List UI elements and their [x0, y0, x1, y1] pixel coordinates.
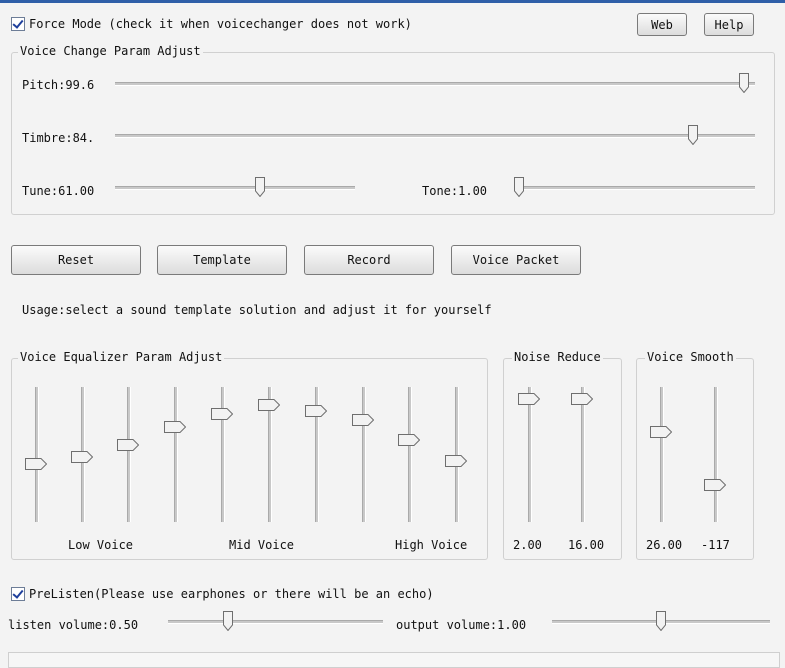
- eq-band-slider-6-thumb[interactable]: [258, 399, 281, 412]
- voice-smooth-title: Voice Smooth: [645, 350, 736, 364]
- listen-volume-slider-thumb[interactable]: [223, 611, 234, 632]
- eq-band-slider-9[interactable]: [408, 387, 412, 522]
- eq-band-slider-2-thumb[interactable]: [71, 450, 94, 463]
- tone-slider[interactable]: [514, 186, 755, 190]
- voice-smooth-value-2: -117: [701, 538, 730, 552]
- voice-smooth-value-1: 26.00: [646, 538, 683, 552]
- tune-slider-thumb[interactable]: [255, 177, 266, 198]
- force-mode-checkbox[interactable]: [11, 17, 25, 31]
- noise-reduce-slider-2[interactable]: [581, 387, 585, 522]
- voice-smooth-slider-1[interactable]: [660, 387, 664, 522]
- eq-band-slider-3[interactable]: [127, 387, 131, 522]
- help-button[interactable]: Help: [704, 13, 754, 36]
- eq-low-voice-label: Low Voice: [68, 538, 134, 552]
- reset-button[interactable]: Reset: [11, 245, 141, 275]
- force-mode-label: Force Mode (check it when voicechanger d…: [29, 17, 412, 31]
- eq-band-slider-10-thumb[interactable]: [445, 454, 468, 467]
- eq-band-slider-1-thumb[interactable]: [25, 458, 48, 471]
- pitch-slider-thumb[interactable]: [738, 73, 749, 94]
- eq-band-slider-4[interactable]: [174, 387, 178, 522]
- tone-slider-thumb[interactable]: [514, 177, 524, 198]
- tune-label: Tune:61.00: [22, 184, 95, 198]
- noise-reduce-value-2: 16.00: [568, 538, 605, 552]
- output-volume-label: output volume:1.00: [396, 618, 527, 632]
- eq-mid-voice-label: Mid Voice: [229, 538, 295, 552]
- voice-smooth-slider-1-thumb[interactable]: [650, 426, 673, 439]
- listen-volume-slider[interactable]: [168, 620, 383, 624]
- listen-volume-label: listen volume:0.50: [8, 618, 139, 632]
- eq-band-slider-8[interactable]: [362, 387, 366, 522]
- eq-band-slider-7-thumb[interactable]: [305, 405, 328, 418]
- voice-smooth-slider-2-thumb[interactable]: [704, 479, 727, 492]
- noise-reduce-title: Noise Reduce: [512, 350, 603, 364]
- prelisten-label: PreListen(Please use earphones or there …: [29, 587, 434, 601]
- noise-reduce-value-1: 2.00: [513, 538, 542, 552]
- window-title-bar-edge: [0, 0, 785, 3]
- tune-slider[interactable]: [115, 186, 355, 190]
- output-volume-slider-thumb[interactable]: [656, 611, 666, 632]
- eq-band-slider-1[interactable]: [35, 387, 39, 522]
- timbre-slider[interactable]: [115, 134, 755, 138]
- voice-smooth-slider-2[interactable]: [714, 387, 718, 522]
- eq-band-slider-8-thumb[interactable]: [352, 413, 375, 426]
- eq-band-slider-5-thumb[interactable]: [211, 407, 234, 420]
- timbre-slider-thumb[interactable]: [688, 125, 699, 146]
- noise-reduce-slider-1-thumb[interactable]: [518, 393, 541, 405]
- record-button[interactable]: Record: [304, 245, 434, 275]
- voice-change-title: Voice Change Param Adjust: [18, 44, 203, 58]
- tone-label: Tone:1.00: [422, 184, 488, 198]
- status-bar: [8, 652, 780, 668]
- noise-reduce-group: Noise Reduce: [503, 350, 622, 560]
- eq-band-slider-3-thumb[interactable]: [117, 438, 140, 451]
- noise-reduce-slider-1[interactable]: [528, 387, 532, 522]
- eq-high-voice-label: High Voice: [395, 538, 468, 552]
- voice-smooth-group: Voice Smooth: [636, 350, 754, 560]
- equalizer-title: Voice Equalizer Param Adjust: [18, 350, 225, 364]
- template-button[interactable]: Template: [157, 245, 287, 275]
- web-button[interactable]: Web: [637, 13, 687, 36]
- noise-reduce-slider-2-thumb[interactable]: [571, 393, 594, 405]
- eq-band-slider-4-thumb[interactable]: [164, 421, 187, 434]
- voice-packet-button[interactable]: Voice Packet: [451, 245, 581, 275]
- prelisten-checkbox[interactable]: [11, 587, 25, 601]
- eq-band-slider-9-thumb[interactable]: [398, 433, 421, 446]
- pitch-slider[interactable]: [115, 82, 755, 86]
- timbre-label: Timbre:84.: [22, 131, 95, 145]
- pitch-label: Pitch:99.6: [22, 78, 95, 92]
- usage-text: Usage:select a sound template solution a…: [22, 303, 492, 317]
